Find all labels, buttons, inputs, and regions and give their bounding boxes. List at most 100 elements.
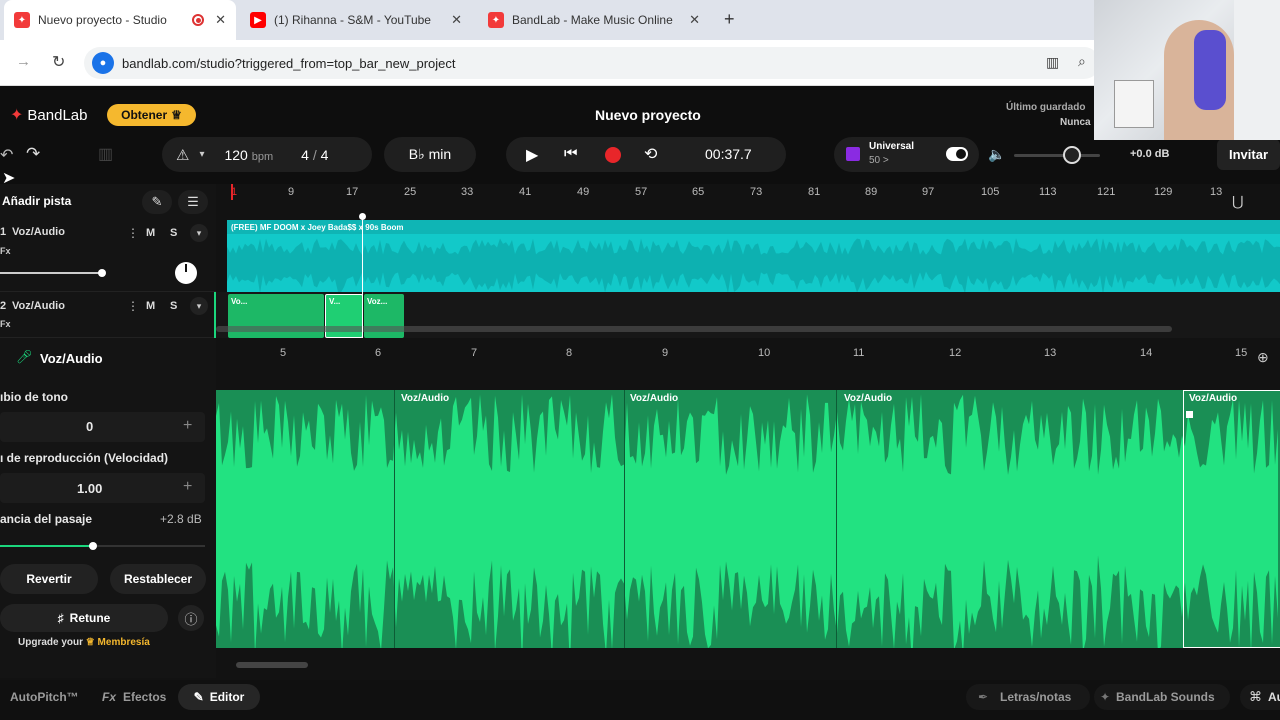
lyrics-tab[interactable]: ✒ Letras/notas [966,684,1090,710]
loop-start-marker[interactable] [231,184,233,200]
url-text: bandlab.com/studio?triggered_from=top_ba… [122,55,456,71]
url-field[interactable]: ● bandlab.com/studio?triggered_from=top_… [84,47,1100,79]
reset-button[interactable]: Restablecer [110,564,206,594]
record-button[interactable] [605,147,621,163]
ruler-tick-label: 121 [1097,186,1116,198]
close-tab-icon[interactable]: ✕ [215,12,226,28]
undo-icon[interactable]: ↶ [0,145,13,165]
loop-icon[interactable]: ⟲ [644,144,657,164]
project-title[interactable]: Nuevo proyecto [595,107,701,123]
sounds-label: BandLab Sounds [1116,690,1215,704]
pitch-field[interactable]: 0 + [0,412,205,442]
plus-icon[interactable]: + [183,478,192,496]
solo-button[interactable]: S [170,227,177,239]
region-divider [624,390,625,648]
editor-scrollbar[interactable] [236,662,308,668]
chevron-down-icon[interactable]: ▾ [199,149,204,160]
preset-icon [846,147,860,161]
close-tab-icon[interactable]: ✕ [451,12,462,28]
track-volume-slider[interactable] [0,272,102,274]
pitch-value: 0 [86,419,94,434]
magnet-icon[interactable]: ⋃ [1232,193,1243,210]
track-1-header[interactable]: 1 Voz/Audio Fx ⋮ M S ▾ [0,220,216,292]
bandlab-sounds-tab[interactable]: ✦ BandLab Sounds [1094,684,1230,710]
tab-studio[interactable]: ✦ Nuevo proyecto - Studio ✕ [4,0,236,40]
track-volume-thumb[interactable] [98,269,106,277]
pan-knob[interactable] [175,262,197,284]
selected-region[interactable] [1183,390,1280,648]
redo-icon[interactable]: ↷ [26,144,40,164]
speaker-icon[interactable]: 🔈 [988,146,1005,163]
bpm-value[interactable]: 120 bpm [224,147,273,163]
horizontal-scrollbar[interactable] [216,326,1172,332]
editor-waveform-area[interactable] [216,390,1280,648]
more-options-icon[interactable]: ⋮ [127,226,139,240]
playhead[interactable] [362,216,363,338]
region-handle[interactable] [1186,411,1193,418]
shortcuts-tab[interactable]: ⌘ Au [1240,684,1280,710]
editor-waveform [216,394,1278,648]
editor-tab[interactable]: ✎ Editor [178,684,260,710]
preset-toggle[interactable] [946,147,968,161]
search-icon[interactable]: ⌕ [1078,53,1086,70]
chevron-down-icon[interactable]: ▾ [190,297,208,315]
last-saved-value: Nunca [1060,117,1091,128]
track-name[interactable]: Voz/Audio [12,300,65,312]
fx-label[interactable]: Fx [0,246,11,256]
chevron-down-icon[interactable]: ▾ [190,224,208,242]
retune-label: Retune [69,611,111,625]
pencil-icon[interactable]: ✎ [142,190,172,214]
invite-button[interactable]: Invitar [1217,139,1280,170]
volume-db: +0.0 dB [1130,148,1170,160]
speed-field[interactable]: 1.00 + [0,473,205,503]
playhead-handle[interactable] [359,213,366,220]
new-tab-icon[interactable]: + [724,9,735,30]
microphone-icon[interactable]: ● [92,52,114,74]
time-signature[interactable]: 4 / 4 [301,147,328,163]
retune-button[interactable]: ♯ Retune [0,604,168,632]
bandlab-logo-icon: ✦ [1100,690,1111,704]
play-icon[interactable]: ▶ [526,145,538,165]
skip-back-icon[interactable]: ⏮ [564,145,578,162]
close-tab-icon[interactable]: ✕ [689,12,700,28]
key-selector[interactable]: B♭ min [384,137,476,172]
fx-label[interactable]: Fx [0,319,11,329]
track-name[interactable]: Voz/Audio [12,226,65,238]
editor-ruler-tick-label: 11 [853,347,865,359]
solo-button[interactable]: S [170,300,177,312]
more-options-icon[interactable]: ⋮ [127,299,139,313]
track-1-region[interactable]: (FREE) MF DOOM x Joey Bada$$ x 90s Boom [227,220,1280,292]
effects-tab[interactable]: Efectos [123,690,166,704]
plus-icon[interactable]: + [183,417,192,435]
mute-button[interactable]: M [146,227,155,239]
volume-slider[interactable] [1014,154,1100,157]
info-icon[interactable]: ⓘ [178,605,204,631]
pitch-label: ıbio de tono [0,390,68,404]
volume-slider-thumb[interactable] [1063,146,1081,164]
editor-ruler[interactable] [216,338,1280,382]
preset-selector[interactable]: Universal 50 > [834,137,979,172]
get-membership-button[interactable]: Obtener ♕ [107,104,196,126]
reader-mode-icon[interactable]: ▥ [1046,54,1059,71]
track-2-header[interactable]: 2 Voz/Audio Fx ⋮ M S ▾ [0,292,216,338]
forward-icon[interactable]: → [16,53,31,70]
piano-icon[interactable]: ▥ [98,144,113,164]
get-label: Obtener [121,108,168,122]
membership-link[interactable]: Membresía [98,637,150,648]
zoom-icon[interactable]: ⊕ [1257,349,1269,366]
add-track-button[interactable]: Añadir pista [2,194,71,208]
gain-slider-thumb[interactable] [89,542,97,550]
brand-logo[interactable]: ✦ BandLab [10,105,87,125]
mute-button[interactable]: M [146,300,155,312]
tab-youtube[interactable]: ▶ (1) Rihanna - S&M - YouTube ✕ [240,0,472,40]
metronome-icon[interactable]: ⚠ [176,146,189,164]
gain-slider-fill [0,545,92,547]
autopitch-tab[interactable]: AutoPitch™ [10,690,79,704]
timeline-ruler[interactable] [216,184,1280,220]
last-saved-label: Último guardado [1006,102,1086,113]
settings-sliders-icon[interactable]: ☰ [178,190,208,214]
reload-icon[interactable]: ↻ [52,52,65,72]
ruler-tick-label: 81 [808,186,821,198]
tab-bandlab[interactable]: ✦ BandLab - Make Music Online ✕ [478,0,710,40]
revert-button[interactable]: Revertir [0,564,98,594]
